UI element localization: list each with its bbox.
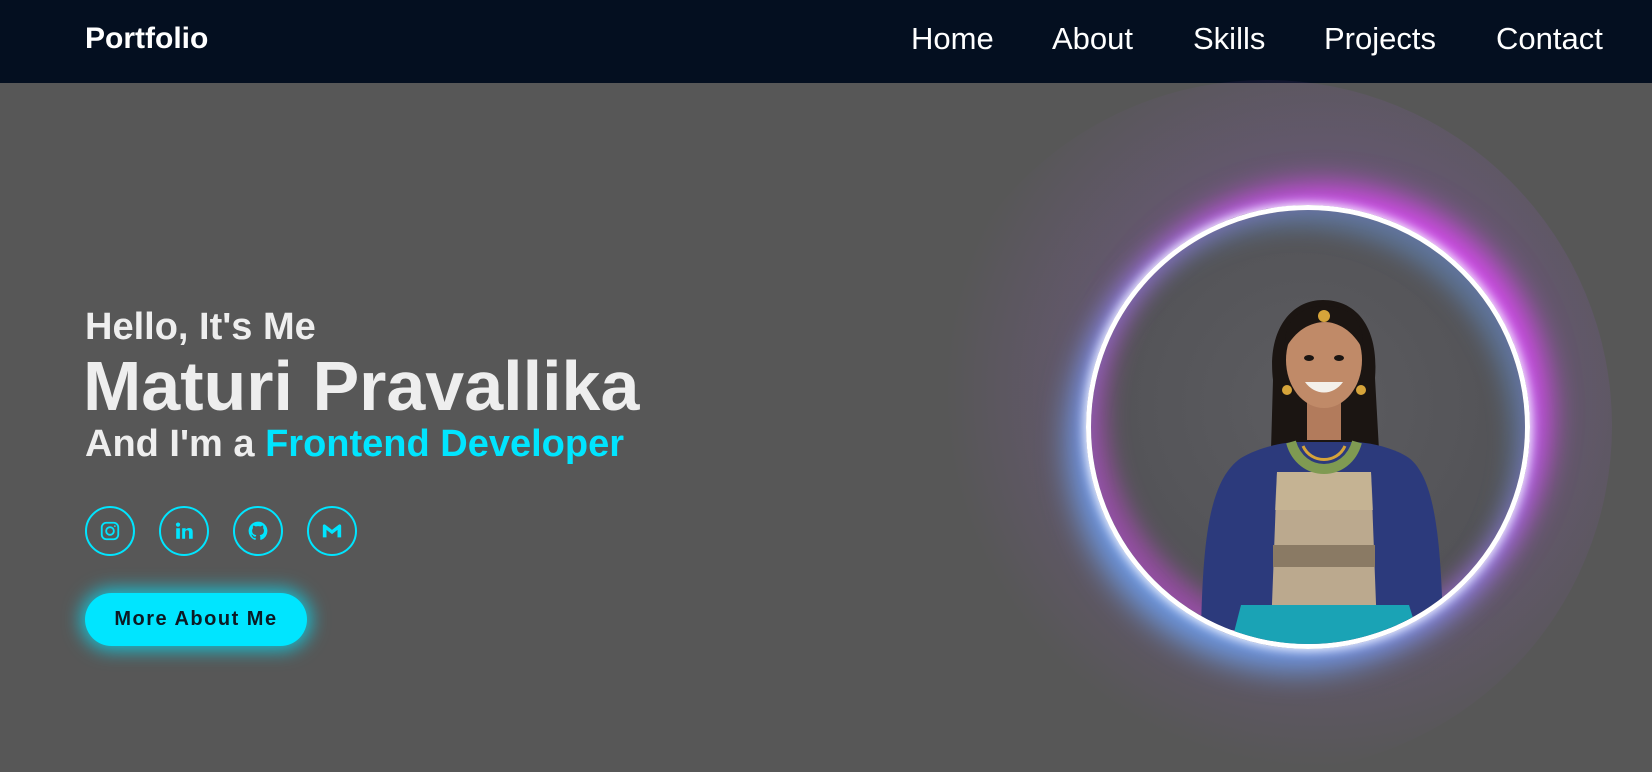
site-logo[interactable]: Portfolio (85, 20, 208, 58)
hero-role-highlight: Frontend Developer (265, 423, 625, 465)
nav-link-skills[interactable]: Skills (1193, 20, 1265, 58)
nav-link-home[interactable]: Home (911, 20, 994, 58)
profile-avatar-illustration (1201, 300, 1443, 644)
gmail-icon (322, 524, 342, 538)
github-icon (248, 521, 268, 540)
nav-link-projects[interactable]: Projects (1324, 20, 1436, 58)
profile-photo (1086, 205, 1530, 649)
linkedin-link[interactable] (159, 506, 209, 556)
gmail-link[interactable] (307, 506, 357, 556)
navbar: Portfolio Home About Skills Projects Con… (0, 0, 1652, 83)
linkedin-icon (175, 522, 193, 539)
github-link[interactable] (233, 506, 283, 556)
hero-greeting: Hello, It's Me (85, 306, 316, 348)
nav-link-contact[interactable]: Contact (1496, 20, 1603, 58)
hero-role: And I'm a Frontend Developer (85, 421, 624, 467)
nav-link-about[interactable]: About (1052, 20, 1133, 58)
hero-name: Maturi Pravallika (83, 347, 640, 425)
instagram-icon (100, 521, 120, 541)
more-about-me-button[interactable]: More About Me (85, 593, 307, 646)
hero-role-prefix: And I'm a (85, 423, 255, 465)
instagram-link[interactable] (85, 506, 135, 556)
